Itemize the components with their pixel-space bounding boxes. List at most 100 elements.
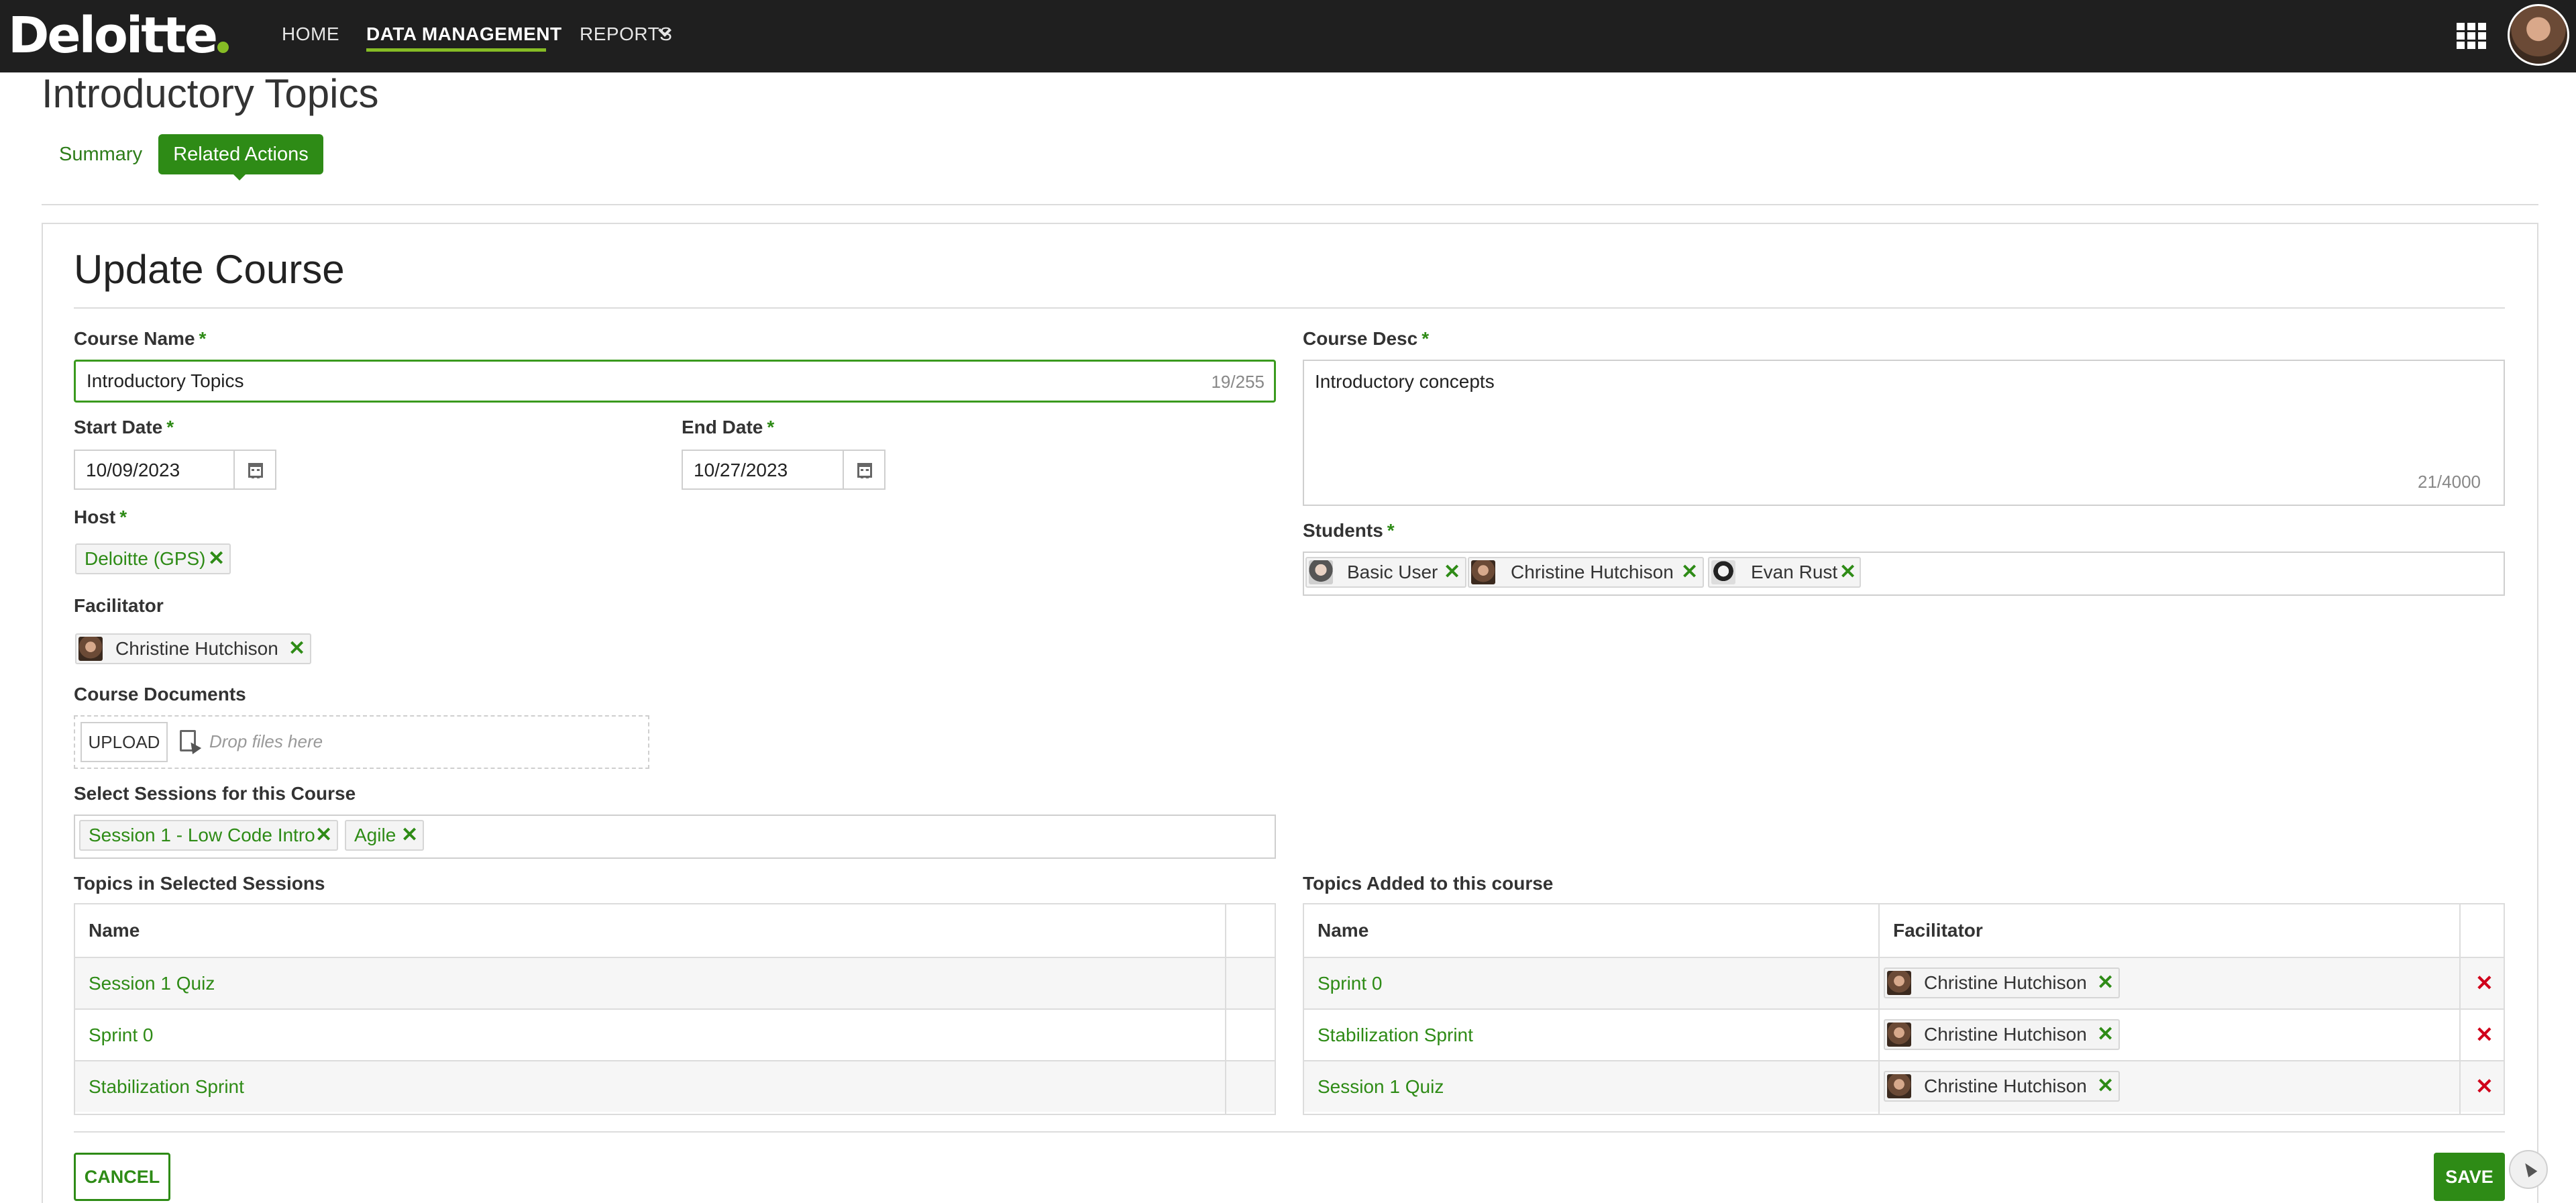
delete-row-icon[interactable]: ✕ bbox=[2475, 1061, 2493, 1112]
form-title: Update Course bbox=[74, 247, 345, 292]
student-avatar bbox=[1309, 560, 1333, 584]
file-dropzone[interactable]: UPLOAD Drop files here bbox=[74, 715, 649, 769]
remove-facilitator-icon[interactable]: ✕ bbox=[2097, 969, 2114, 997]
delete-row-icon[interactable]: ✕ bbox=[2475, 958, 2493, 1008]
divider bbox=[74, 1131, 2505, 1133]
facilitator-avatar bbox=[78, 637, 103, 661]
host-chip-label: Deloitte (GPS) bbox=[85, 548, 206, 569]
column-header-name[interactable]: Name bbox=[1318, 904, 1368, 957]
facilitator-chip: Christine Hutchison ✕ bbox=[1884, 1019, 2120, 1050]
student-avatar bbox=[1471, 560, 1495, 584]
topic-link[interactable]: Session 1 Quiz bbox=[89, 958, 215, 1008]
tab-related-actions[interactable]: Related Actions bbox=[158, 134, 323, 174]
table-row: Sprint 0 Christine Hutchison ✕ ✕ bbox=[1304, 957, 2504, 1008]
facilitator-chip-label: Christine Hutchison bbox=[1924, 1076, 2087, 1096]
facilitator-chip-label: Christine Hutchison bbox=[1924, 1024, 2087, 1045]
logo-dot bbox=[217, 42, 229, 53]
host-label: Host * bbox=[74, 507, 127, 527]
facilitator-avatar bbox=[1887, 1023, 1911, 1047]
file-upload-icon bbox=[180, 730, 196, 751]
session-chip-label: Session 1 - Low Code Intro bbox=[89, 825, 315, 845]
nav-reports-link[interactable]: REPORTS bbox=[580, 23, 672, 46]
course-desc-value: Introductory concepts bbox=[1315, 371, 1495, 392]
tab-summary[interactable]: Summary bbox=[59, 142, 142, 166]
table-row: Stabilization Sprint Christine Hutchison… bbox=[1304, 1008, 2504, 1060]
save-button[interactable]: SAVE bbox=[2434, 1153, 2505, 1201]
students-label: Students * bbox=[1303, 520, 1395, 541]
facilitator-chip-label: Christine Hutchison bbox=[1924, 972, 2087, 993]
topics-in-sessions-grid: Name Session 1 Quiz Sprint 0 Stabilizati… bbox=[74, 903, 1276, 1115]
upload-button[interactable]: UPLOAD bbox=[80, 722, 168, 762]
divider bbox=[74, 307, 2505, 309]
remove-student-icon[interactable]: ✕ bbox=[1681, 558, 1698, 586]
user-avatar[interactable] bbox=[2508, 4, 2569, 66]
course-name-input[interactable]: Introductory Topics 19/255 bbox=[74, 360, 1276, 403]
course-name-counter: 19/255 bbox=[1211, 372, 1265, 392]
column-divider bbox=[2459, 904, 2461, 1114]
facilitator-avatar bbox=[1887, 1074, 1911, 1098]
column-header-name[interactable]: Name bbox=[89, 904, 140, 957]
remove-student-icon[interactable]: ✕ bbox=[1839, 558, 1856, 586]
page-title: Introductory Topics bbox=[42, 71, 379, 116]
facilitator-label: Facilitator bbox=[74, 595, 164, 616]
remove-facilitator-icon[interactable]: ✕ bbox=[2097, 1072, 2114, 1100]
end-date-input[interactable]: 10/27/2023 bbox=[682, 450, 844, 490]
column-header-facilitator[interactable]: Facilitator bbox=[1893, 904, 1983, 957]
topic-link[interactable]: Sprint 0 bbox=[1318, 958, 1383, 1008]
topics-added-grid: Name Facilitator Sprint 0 Christine Hutc… bbox=[1303, 903, 2505, 1115]
topic-link[interactable]: Stabilization Sprint bbox=[89, 1061, 244, 1112]
student-chip-label: Christine Hutchison bbox=[1511, 562, 1674, 582]
divider bbox=[42, 204, 2538, 205]
pointer-tool-icon[interactable] bbox=[2509, 1150, 2548, 1189]
student-chip-label: Basic User bbox=[1347, 562, 1438, 582]
course-desc-textarea[interactable]: Introductory concepts 21/4000 bbox=[1303, 360, 2505, 506]
drop-files-hint: Drop files here bbox=[209, 731, 323, 751]
topics-in-sessions-label: Topics in Selected Sessions bbox=[74, 873, 325, 894]
course-name-value: Introductory Topics bbox=[87, 370, 244, 391]
facilitator-chip-label: Christine Hutchison bbox=[115, 638, 278, 659]
course-desc-counter: 21/4000 bbox=[2418, 472, 2481, 492]
student-avatar bbox=[1711, 560, 1735, 584]
calendar-icon bbox=[857, 463, 872, 478]
topic-link[interactable]: Stabilization Sprint bbox=[1318, 1010, 1473, 1060]
remove-student-icon[interactable]: ✕ bbox=[1444, 558, 1460, 586]
student-chip: Evan Rust ✕ bbox=[1708, 557, 1861, 588]
session-chip: Session 1 - Low Code Intro ✕ bbox=[79, 820, 338, 851]
facilitator-chip: Christine Hutchison ✕ bbox=[75, 633, 311, 664]
calendar-icon bbox=[248, 463, 263, 478]
column-divider bbox=[1878, 904, 1880, 1114]
remove-session-icon[interactable]: ✕ bbox=[401, 821, 418, 849]
active-nav-indicator bbox=[366, 48, 546, 52]
student-chip: Basic User ✕ bbox=[1305, 557, 1466, 588]
course-desc-label: Course Desc * bbox=[1303, 328, 1430, 349]
nav-data-management-link[interactable]: DATA MANAGEMENT bbox=[366, 23, 562, 46]
nav-home-link[interactable]: HOME bbox=[282, 23, 339, 46]
host-chip: Deloitte (GPS) ✕ bbox=[75, 543, 231, 574]
apps-grid-icon[interactable] bbox=[2457, 23, 2486, 50]
end-date-label: End Date * bbox=[682, 417, 775, 437]
topic-link[interactable]: Session 1 Quiz bbox=[1318, 1061, 1444, 1112]
table-row: Sprint 0 bbox=[75, 1008, 1275, 1060]
cancel-button[interactable]: CANCEL bbox=[74, 1153, 170, 1201]
sessions-label: Select Sessions for this Course bbox=[74, 783, 356, 804]
delete-row-icon[interactable]: ✕ bbox=[2475, 1010, 2493, 1060]
remove-host-icon[interactable]: ✕ bbox=[208, 545, 225, 573]
deloitte-logo[interactable]: Deloitte bbox=[8, 5, 218, 66]
end-date-calendar-button[interactable] bbox=[843, 450, 885, 490]
top-nav-bar: Deloitte HOME DATA MANAGEMENT REPORTS bbox=[0, 0, 2576, 72]
grid-header: Name Facilitator bbox=[1304, 904, 2504, 957]
end-date-value: 10/27/2023 bbox=[694, 460, 788, 480]
remove-facilitator-icon[interactable]: ✕ bbox=[288, 635, 305, 663]
remove-session-icon[interactable]: ✕ bbox=[315, 821, 332, 849]
course-name-label: Course Name * bbox=[74, 328, 207, 349]
table-row: Stabilization Sprint bbox=[75, 1060, 1275, 1112]
start-date-input[interactable]: 10/09/2023 bbox=[74, 450, 235, 490]
remove-facilitator-icon[interactable]: ✕ bbox=[2097, 1021, 2114, 1049]
grid-header: Name bbox=[75, 904, 1275, 957]
column-divider bbox=[1225, 904, 1226, 1114]
start-date-calendar-button[interactable] bbox=[233, 450, 276, 490]
facilitator-chip: Christine Hutchison ✕ bbox=[1884, 967, 2120, 998]
student-chip: Christine Hutchison ✕ bbox=[1468, 557, 1704, 588]
topics-added-label: Topics Added to this course bbox=[1303, 873, 1554, 894]
topic-link[interactable]: Sprint 0 bbox=[89, 1010, 154, 1060]
